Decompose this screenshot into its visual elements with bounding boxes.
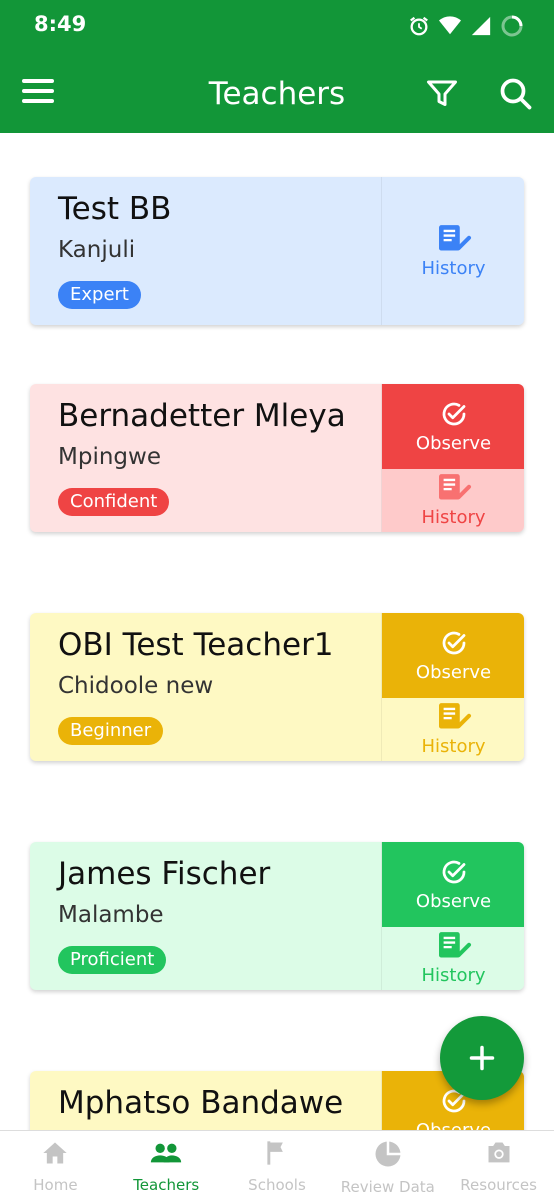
home-icon [40, 1139, 70, 1172]
observe-button[interactable]: Observe [382, 842, 524, 927]
teacher-info: Bernadetter Mleya Mpingwe Confident [30, 384, 381, 532]
observe-button[interactable]: Observe [382, 613, 524, 698]
history-label: History [421, 965, 486, 986]
card-actions: History [381, 177, 524, 325]
teacher-name: Mphatso Bandawe [58, 1085, 344, 1121]
observe-label: Observe [415, 433, 492, 454]
teacher-card[interactable]: Test BB Kanjuli Expert History [30, 177, 524, 325]
teacher-name: Bernadetter Mleya [58, 398, 346, 434]
nav-label: Schools [248, 1176, 306, 1194]
teacher-info: OBI Test Teacher1 Chidoole new Beginner [30, 613, 381, 761]
teachers-icon [149, 1139, 183, 1172]
history-button[interactable]: History [382, 927, 524, 990]
school-name: Mpingwe [58, 444, 161, 470]
alarm-icon [410, 16, 428, 36]
school-name: Kanjuli [58, 237, 136, 263]
teacher-name: OBI Test Teacher1 [58, 627, 334, 663]
flag-icon [263, 1139, 291, 1172]
plus-icon [469, 1045, 495, 1071]
nav-item-review-data[interactable]: Review Data [332, 1131, 443, 1200]
signal-icon [471, 16, 491, 36]
teacher-info: Mphatso Bandawe [30, 1071, 381, 1130]
history-button[interactable]: History [382, 177, 524, 325]
teacher-list: Test BB Kanjuli Expert History Bernadetter M… [0, 133, 554, 1130]
level-badge: Beginner [58, 717, 164, 745]
history-icon [438, 224, 471, 251]
history-icon [438, 932, 471, 958]
teacher-info: James Fischer Malambe Proficient [30, 842, 381, 990]
nav-item-resources[interactable]: Resources [443, 1131, 554, 1200]
app-bar: Teachers [0, 52, 554, 133]
nav-item-teachers[interactable]: Teachers [111, 1131, 222, 1200]
observe-check-icon [442, 402, 465, 426]
status-bar: 8:49 [0, 0, 554, 52]
observe-check-icon [442, 631, 465, 655]
camera-icon [484, 1139, 514, 1172]
level-badge: Proficient [58, 946, 167, 974]
school-name: Chidoole new [58, 673, 214, 699]
history-button[interactable]: History [382, 469, 524, 532]
observe-label: Observe [416, 1120, 491, 1130]
level-badge: Confident [58, 488, 170, 516]
nav-item-home[interactable]: Home [0, 1131, 111, 1200]
card-actions: Observe History [381, 613, 524, 761]
filter-button[interactable] [424, 76, 460, 112]
history-label: History [421, 257, 486, 279]
bottom-nav: Home Teachers Schools Review Data Resources [0, 1130, 554, 1200]
observe-button[interactable]: Observe [382, 384, 524, 469]
school-name: Malambe [58, 902, 164, 928]
status-icons [408, 14, 524, 38]
teacher-info: Test BB Kanjuli Expert [30, 177, 381, 325]
nav-label: Review Data [340, 1178, 435, 1196]
history-button[interactable]: History [382, 698, 524, 761]
teacher-card[interactable]: OBI Test Teacher1 Chidoole new Beginner Obs… [30, 613, 524, 761]
nav-item-schools[interactable]: Schools [222, 1131, 333, 1200]
observe-label: Observe [415, 662, 492, 683]
nav-label: Resources [460, 1176, 537, 1194]
add-teacher-button[interactable] [440, 1016, 524, 1100]
battery-icon [501, 15, 523, 37]
history-icon [438, 703, 471, 729]
teacher-name: Test BB [58, 191, 172, 227]
filter-icon [427, 80, 457, 106]
pie-chart-icon [373, 1139, 403, 1174]
history-icon [438, 474, 471, 500]
teacher-name: James Fischer [58, 856, 271, 892]
observe-check-icon [442, 860, 465, 884]
nav-label: Teachers [133, 1176, 200, 1194]
card-actions: Observe History [381, 384, 524, 532]
teacher-card[interactable]: Bernadetter Mleya Mpingwe Confident Observe… [30, 384, 524, 532]
nav-label: Home [33, 1176, 78, 1194]
search-button[interactable] [498, 76, 534, 112]
search-icon [500, 78, 532, 110]
page-title: Teachers [208, 76, 346, 112]
wifi-icon [439, 16, 461, 35]
teacher-card[interactable]: James Fischer Malambe Proficient Observe His… [30, 842, 524, 990]
status-time: 8:49 [34, 12, 87, 36]
history-label: History [421, 736, 486, 757]
level-badge: Expert [58, 281, 141, 309]
observe-label: Observe [415, 891, 492, 912]
card-actions: Observe History [381, 842, 524, 990]
history-label: History [421, 507, 486, 528]
